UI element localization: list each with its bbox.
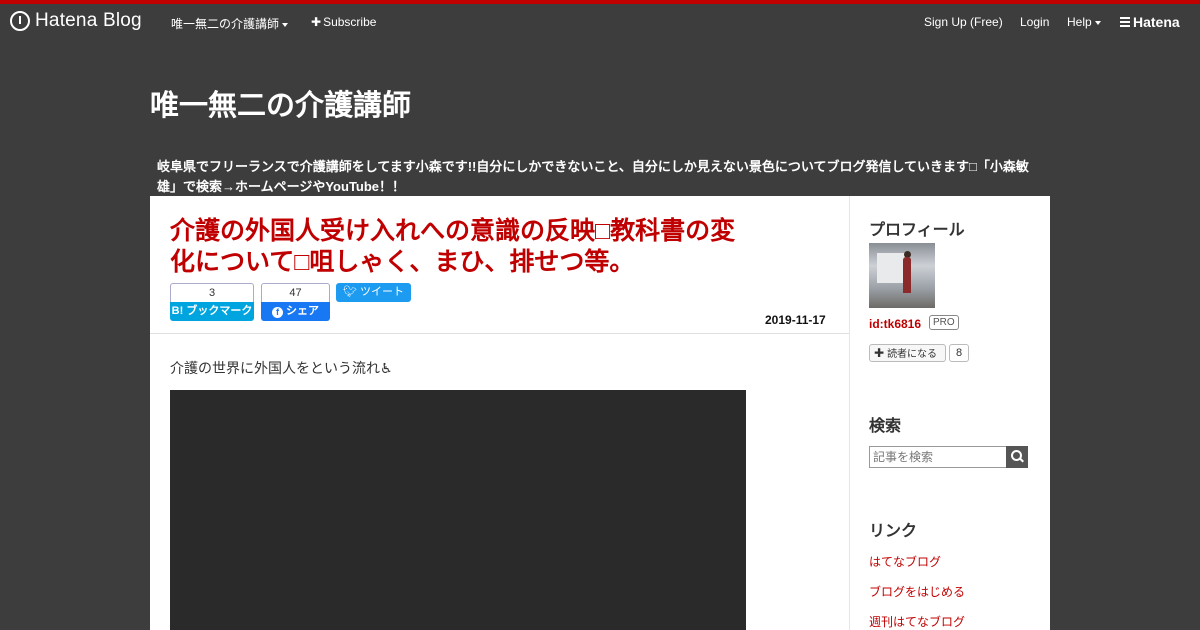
help-label: Help [1067,15,1092,29]
facebook-label: シェア [286,305,319,317]
sidebar-link-weekly[interactable]: 週刊はてなブログ [869,613,965,630]
reader-label: 読者になる [887,349,938,360]
bookmark-count: 3 [170,283,254,302]
tweet-button[interactable]: 🐦︎ ツイート [336,283,411,302]
facebook-icon: f [272,307,283,318]
entry-video-embed[interactable] [170,390,746,630]
links-heading: リンク [869,523,918,540]
blog-description: 岐阜県でフリーランスで介護講師をしてます小森です!!自分にしかできないこと、自分… [157,159,1029,194]
facebook-label-row: f シェア [261,302,330,321]
subscribe-reader-button[interactable]: ✚ 読者になる [869,344,946,362]
profile-id-link[interactable]: id:tk6816 [869,317,921,331]
hatena-brand-link[interactable]: Hatena [1120,14,1180,30]
hatena-blog-logo-icon [10,11,30,31]
blog-menu-label: 唯一無二の介護講師 [171,17,280,31]
caret-down-icon [282,22,289,27]
entry-title[interactable]: 介護の外国人受け入れへの意識の反映□教科書の変化について□咀しゃく、まひ、排せつ… [170,216,760,278]
pro-badge: PRO [929,315,959,330]
sidebar: プロフィール id:tk6816 PRO ✚読者になる 8 検索 リンク はてな… [849,196,1050,630]
blog-title[interactable]: 唯一無二の介護講師 [150,82,411,124]
entry-divider [150,333,849,334]
entry-main: 介護の外国人受け入れへの意識の反映□教科書の変化について□咀しゃく、まひ、排せつ… [150,196,849,630]
subscribe-label: Subscribe [323,15,377,29]
bookmark-label: B! ブックマーク [170,302,254,321]
profile-heading: プロフィール [869,222,965,239]
twitter-bird-icon: 🐦︎ [343,286,357,298]
caret-down-icon [1094,20,1101,25]
search-heading: 検索 [869,418,902,435]
avatar-person-body [903,257,911,293]
entry-date[interactable]: 2019-11-17 [765,313,826,327]
search-icon[interactable] [1006,446,1028,468]
logo-text: Hatena Blog [35,10,142,31]
signup-link[interactable]: Sign Up (Free) [924,15,1003,29]
tweet-label: ツイート [359,286,404,298]
blog-menu[interactable]: 唯一無二の介護講師 [171,15,289,32]
search-input[interactable] [869,446,1006,468]
profile-avatar[interactable] [869,243,935,308]
entry-body-text: 介護の世界に外国人をという流れ♿ [170,360,393,376]
hatena-bookmark-button[interactable]: 3 B! ブックマーク [170,283,254,321]
sidebar-link-hatena-blog[interactable]: はてなブログ [869,553,941,570]
facebook-share-button[interactable]: 47 f シェア [261,283,330,321]
facebook-count: 47 [261,283,330,302]
hatena-brand-label: Hatena [1133,14,1180,30]
subscribe-button[interactable]: ✚ Subscribe [311,15,376,29]
plus-icon: ✚ [311,15,322,29]
help-menu[interactable]: Help [1067,15,1101,29]
sidebar-link-start-blog[interactable]: ブログをはじめる [869,583,965,600]
plus-icon: ✚ [874,346,885,360]
login-link[interactable]: Login [1020,15,1049,29]
hatena-blog-logo[interactable]: Hatena Blog [10,10,142,32]
reader-count: 8 [949,344,969,362]
hatena-brand-icon [1120,16,1130,28]
global-header: Hatena Blog 唯一無二の介護講師 ✚ Subscribe Sign Up… [0,0,1200,42]
